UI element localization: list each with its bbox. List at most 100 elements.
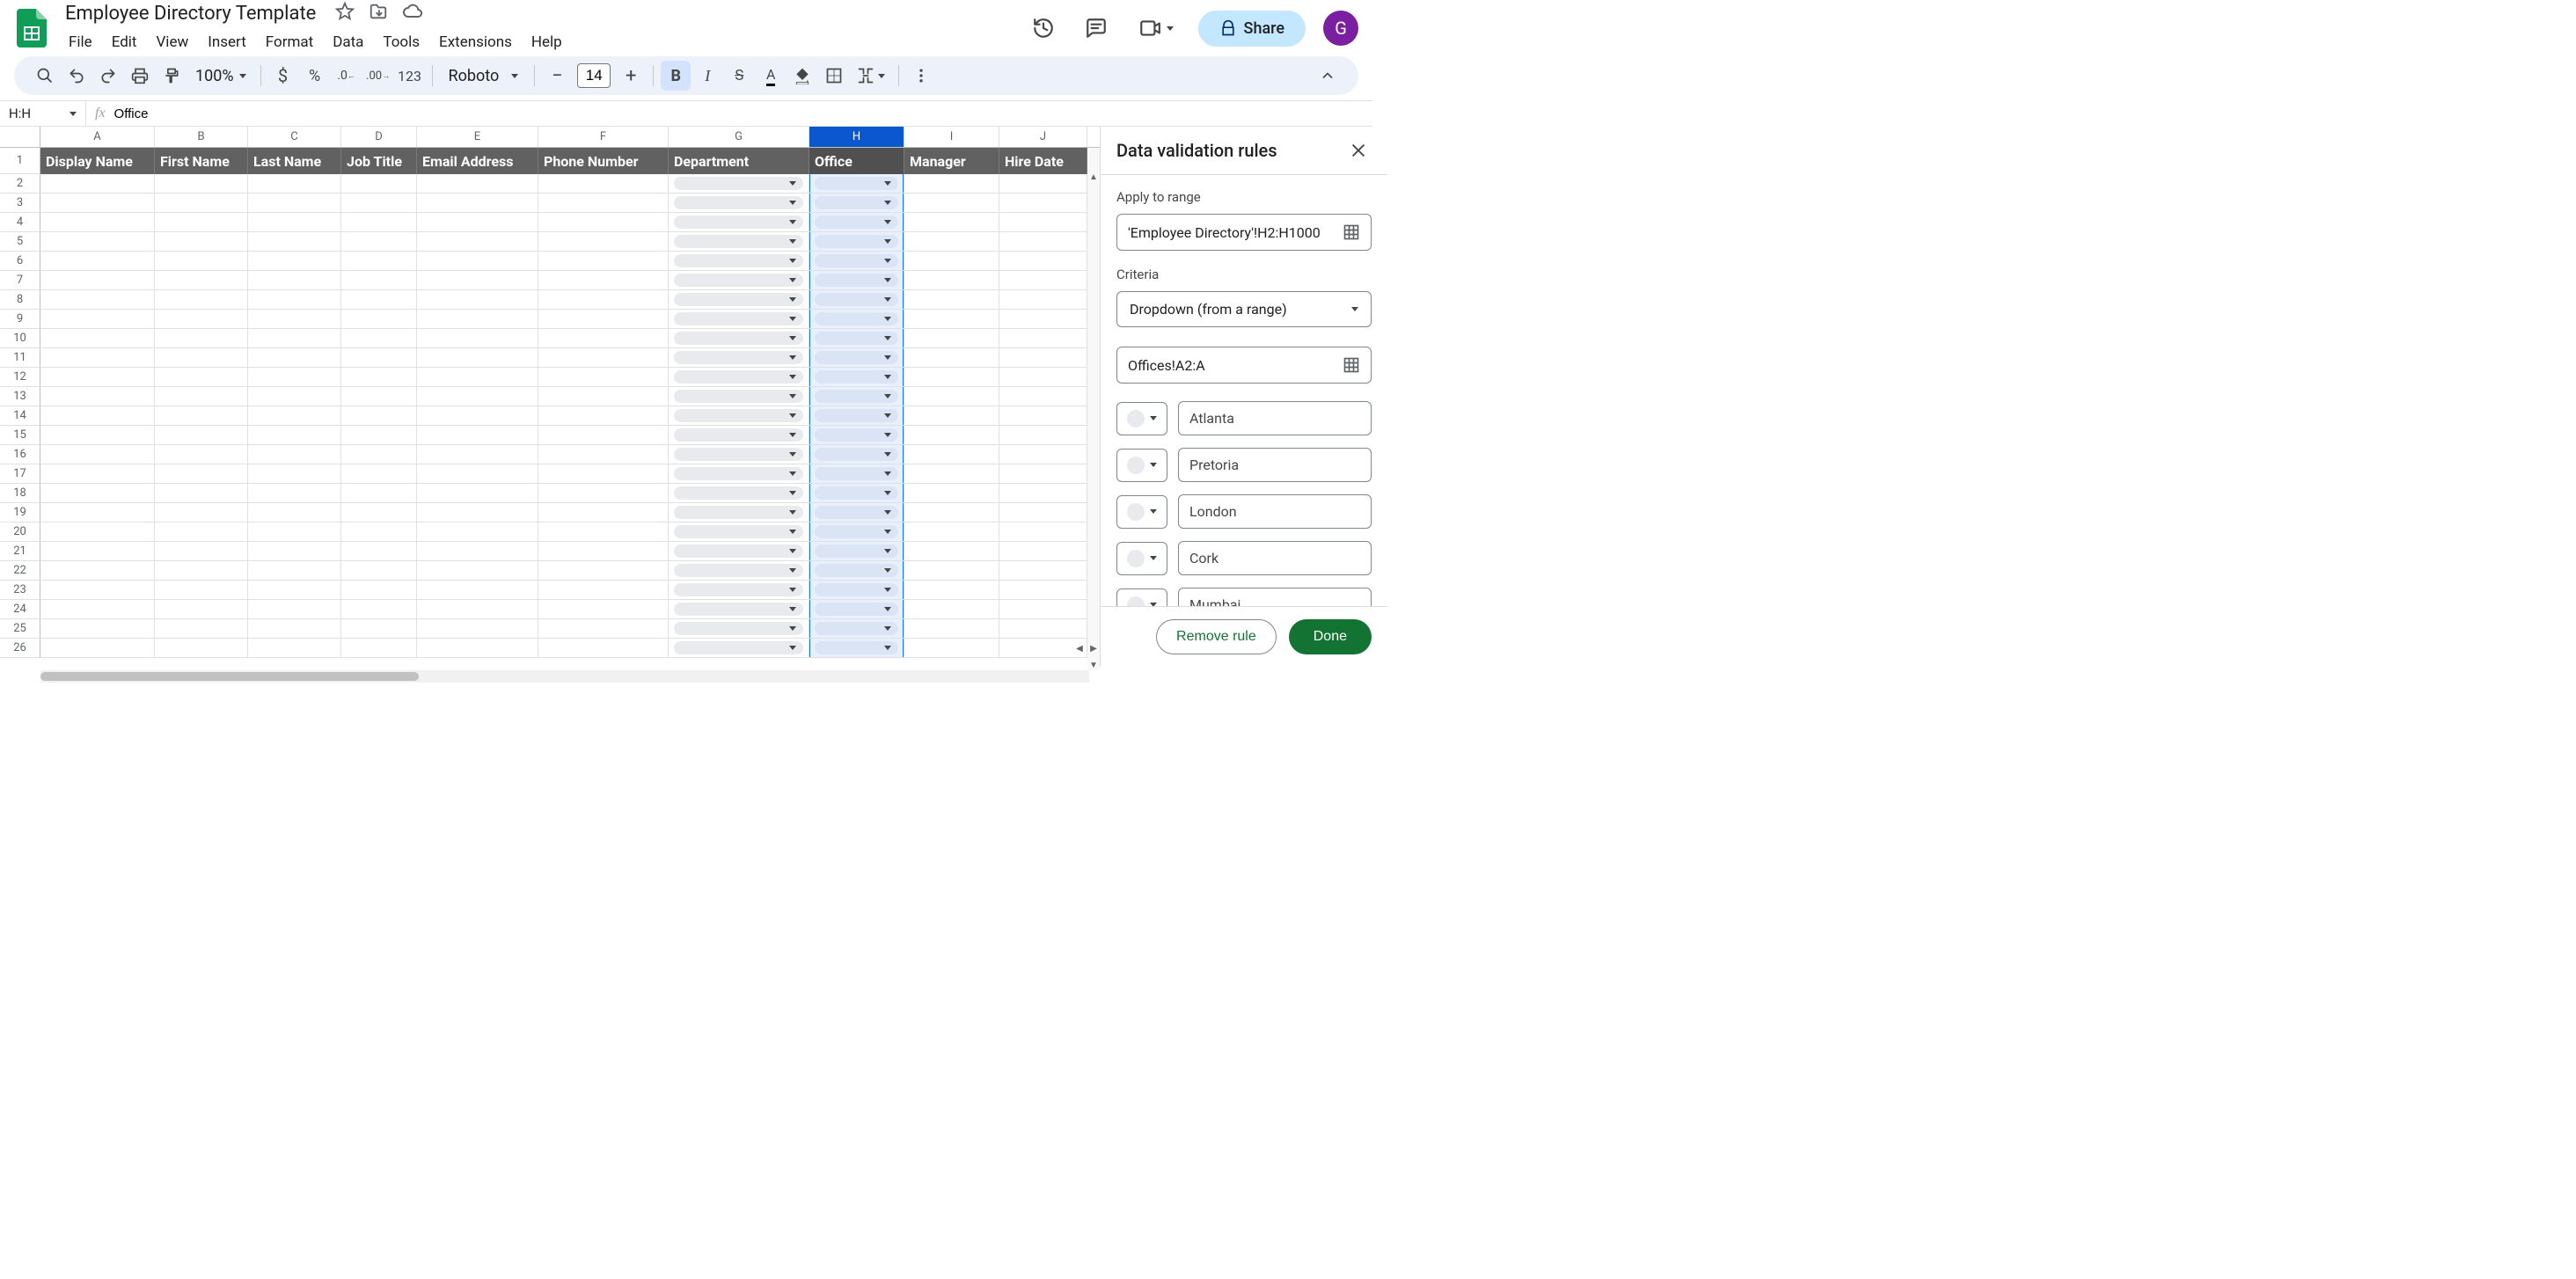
row-header[interactable]: 24 — [0, 600, 40, 619]
cell[interactable] — [999, 503, 1087, 522]
table-header-cell[interactable]: Manager — [904, 148, 999, 174]
cell[interactable] — [248, 174, 341, 193]
cell[interactable] — [155, 445, 248, 464]
cell[interactable] — [417, 581, 538, 599]
row-header[interactable]: 22 — [0, 561, 40, 581]
cell[interactable] — [809, 387, 904, 406]
cell[interactable] — [669, 600, 809, 618]
decrease-font-icon[interactable]: − — [542, 61, 572, 91]
dropdown-chip[interactable] — [674, 622, 803, 635]
italic-icon[interactable]: I — [692, 61, 722, 91]
cell[interactable] — [248, 639, 341, 657]
cell[interactable] — [999, 213, 1087, 231]
cell[interactable] — [904, 445, 999, 464]
redo-icon[interactable] — [93, 61, 123, 91]
account-avatar[interactable]: G — [1323, 11, 1358, 46]
cell[interactable] — [809, 290, 904, 309]
cell[interactable] — [40, 600, 155, 618]
cell[interactable] — [538, 464, 669, 483]
cell[interactable] — [417, 464, 538, 483]
cell[interactable] — [341, 484, 417, 502]
cell[interactable] — [904, 213, 999, 231]
cell[interactable] — [341, 561, 417, 580]
cell[interactable] — [809, 368, 904, 386]
cell[interactable] — [40, 213, 155, 231]
dropdown-chip[interactable] — [674, 293, 803, 306]
cell[interactable] — [669, 639, 809, 657]
cell[interactable] — [999, 368, 1087, 386]
currency-icon[interactable]: $ — [268, 61, 298, 91]
cell[interactable] — [538, 329, 669, 347]
increase-font-icon[interactable]: + — [616, 61, 646, 91]
cell[interactable] — [155, 194, 248, 212]
row-header[interactable]: 21 — [0, 542, 40, 561]
table-header-cell[interactable]: Department — [669, 148, 809, 174]
dropdown-chip[interactable] — [815, 544, 898, 558]
row-header[interactable]: 25 — [0, 619, 40, 639]
column-header[interactable]: A — [40, 127, 155, 147]
row-header[interactable]: 7 — [0, 271, 40, 290]
option-value[interactable]: Atlanta — [1178, 401, 1372, 435]
cell[interactable] — [904, 639, 999, 657]
cell[interactable] — [155, 561, 248, 580]
cell[interactable] — [40, 252, 155, 270]
cell[interactable] — [538, 581, 669, 599]
cell[interactable] — [417, 232, 538, 251]
comments-icon[interactable] — [1079, 11, 1114, 46]
cell[interactable] — [669, 503, 809, 522]
cell[interactable] — [904, 561, 999, 580]
cell[interactable] — [999, 542, 1087, 560]
cell[interactable] — [40, 290, 155, 309]
dropdown-chip[interactable] — [815, 448, 898, 461]
cell[interactable] — [341, 542, 417, 560]
row-header[interactable]: 1 — [0, 148, 40, 174]
dropdown-chip[interactable] — [674, 564, 803, 577]
cell[interactable] — [155, 310, 248, 328]
cell[interactable] — [999, 581, 1087, 599]
dropdown-chip[interactable] — [674, 351, 803, 364]
row-header[interactable]: 10 — [0, 329, 40, 348]
menu-tools[interactable]: Tools — [374, 30, 428, 55]
dropdown-chip[interactable] — [674, 486, 803, 500]
option-color-button[interactable] — [1116, 449, 1167, 482]
cell[interactable] — [809, 639, 904, 657]
row-header[interactable]: 4 — [0, 213, 40, 232]
menu-help[interactable]: Help — [523, 30, 571, 55]
cell[interactable] — [809, 348, 904, 367]
cell[interactable] — [40, 387, 155, 406]
cell[interactable] — [417, 484, 538, 502]
dropdown-chip[interactable] — [674, 603, 803, 616]
dropdown-chip[interactable] — [815, 254, 898, 267]
cell[interactable] — [999, 426, 1087, 444]
cell[interactable] — [904, 484, 999, 502]
cell[interactable] — [538, 174, 669, 193]
column-header[interactable]: I — [904, 127, 999, 147]
cell[interactable] — [809, 561, 904, 580]
cell[interactable] — [538, 542, 669, 560]
cell[interactable] — [538, 503, 669, 522]
cell[interactable] — [809, 213, 904, 231]
cell[interactable] — [669, 387, 809, 406]
cell[interactable] — [155, 213, 248, 231]
cell[interactable] — [809, 329, 904, 347]
cell[interactable] — [40, 174, 155, 193]
cell[interactable] — [669, 290, 809, 309]
cell[interactable] — [155, 252, 248, 270]
table-header-cell[interactable]: Display Name — [40, 148, 155, 174]
search-icon[interactable] — [30, 61, 60, 91]
increase-decimal-icon[interactable]: .00→ — [363, 61, 393, 91]
column-header[interactable]: F — [538, 127, 669, 147]
cell[interactable] — [155, 271, 248, 289]
cell[interactable] — [248, 194, 341, 212]
cell[interactable] — [248, 290, 341, 309]
formula-input[interactable] — [114, 106, 1372, 121]
cell[interactable] — [904, 387, 999, 406]
cell[interactable] — [417, 503, 538, 522]
table-header-cell[interactable]: Email Address — [417, 148, 538, 174]
cell[interactable] — [999, 329, 1087, 347]
cell[interactable] — [155, 503, 248, 522]
cell[interactable] — [155, 619, 248, 638]
cell[interactable] — [248, 213, 341, 231]
row-header[interactable]: 20 — [0, 523, 40, 542]
menu-format[interactable]: Format — [257, 30, 322, 55]
